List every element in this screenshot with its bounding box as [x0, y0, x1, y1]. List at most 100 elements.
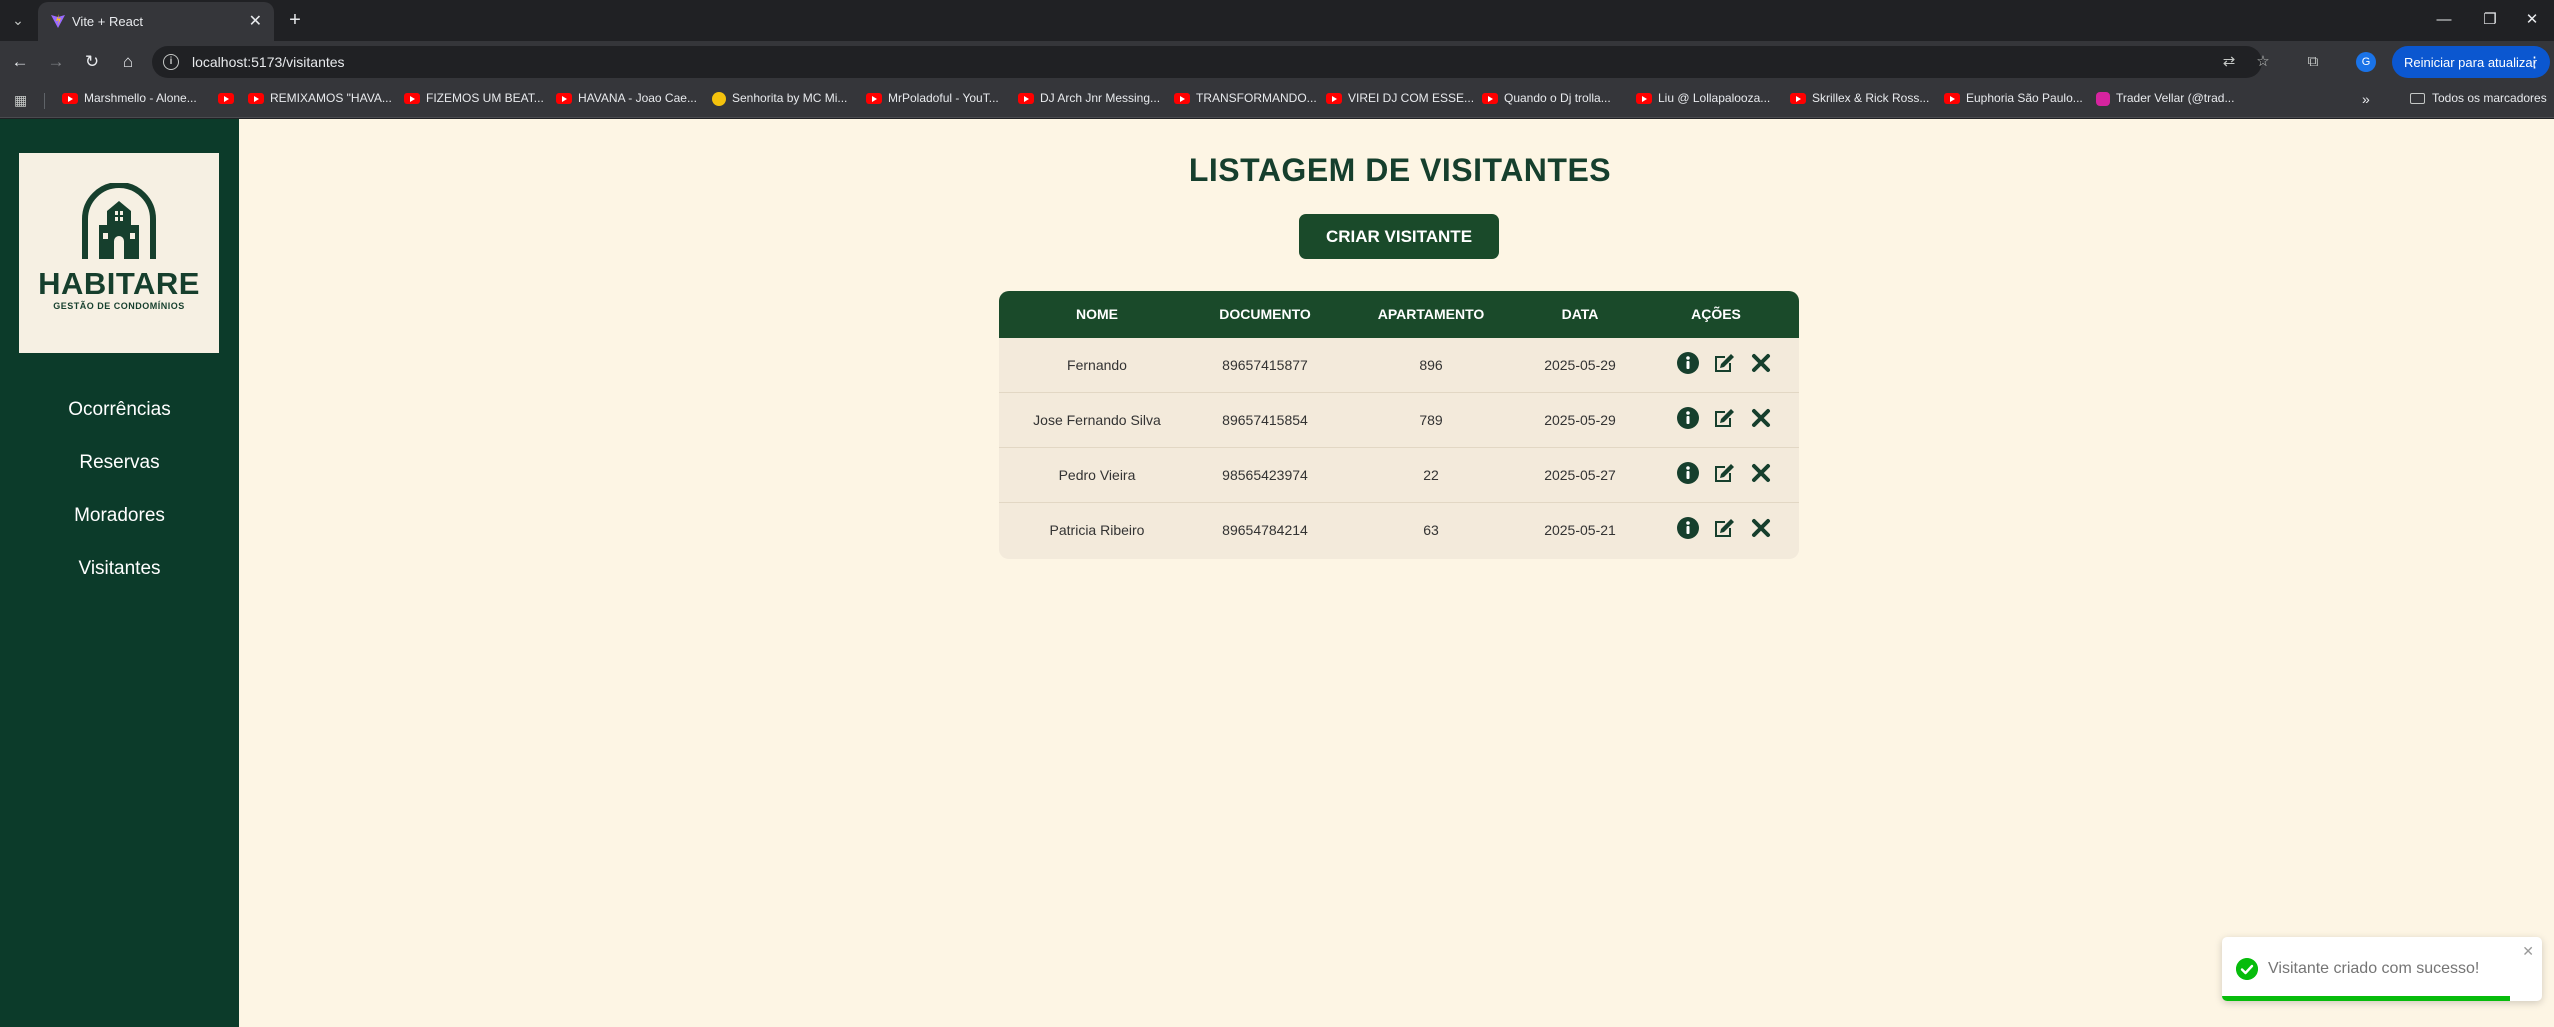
- tab-close-icon[interactable]: ✕: [249, 11, 262, 31]
- bookmarks-separator: [44, 93, 45, 109]
- new-tab-icon[interactable]: +: [282, 7, 308, 33]
- globe-icon: [712, 91, 726, 106]
- success-toast[interactable]: Visitante criado com sucesso! ✕: [2222, 937, 2542, 1001]
- bookmark-star-icon[interactable]: ☆: [2254, 53, 2272, 71]
- translate-icon[interactable]: ⇄: [2220, 53, 2238, 71]
- bookmark-item[interactable]: Senhorita by MC Mi...: [712, 91, 847, 111]
- bookmark-item[interactable]: DJ Arch Jnr Messing...: [1018, 91, 1160, 111]
- sidebar-item-visitantes[interactable]: Visitantes: [0, 558, 239, 580]
- edit-icon[interactable]: [1712, 461, 1736, 485]
- table-row: Pedro Vieira 98565423974 22 2025-05-27: [999, 448, 1799, 503]
- logo[interactable]: HABITARE GESTÃO DE CONDOMÍNIOS: [19, 153, 219, 353]
- cell-data: 2025-05-21: [1544, 522, 1616, 538]
- bookmark-label: Skrillex & Rick Ross...: [1812, 91, 1930, 105]
- address-bar[interactable]: i localhost:5173/visitantes ⇄ ☆: [152, 46, 2270, 78]
- create-visitor-button[interactable]: CRIAR VISITANTE: [1299, 214, 1499, 259]
- bookmark-item[interactable]: MrPoladoful - YouT...: [866, 91, 999, 111]
- youtube-icon: [62, 93, 78, 105]
- restore-icon[interactable]: ❐: [2470, 6, 2510, 34]
- minimize-icon[interactable]: —: [2424, 6, 2464, 34]
- youtube-icon: [248, 93, 264, 105]
- column-header-apartamento: APARTAMENTO: [1377, 306, 1485, 322]
- bookmark-label: Trader Vellar (@trad...: [2116, 91, 2235, 105]
- youtube-icon: [218, 93, 234, 105]
- bookmark-item[interactable]: Liu @ Lollapalooza...: [1636, 91, 1770, 111]
- bookmark-label: Quando o Dj trolla...: [1504, 91, 1611, 105]
- all-bookmarks-label: Todos os marcadores: [2432, 91, 2547, 105]
- youtube-icon: [1944, 93, 1960, 105]
- bookmarks-overflow-icon[interactable]: »: [2362, 91, 2370, 107]
- apps-grid-icon[interactable]: ▦: [14, 92, 30, 108]
- all-bookmarks-folder[interactable]: Todos os marcadores: [2410, 91, 2547, 105]
- toast-close-icon[interactable]: ✕: [2522, 943, 2534, 960]
- sidebar-item-reservas[interactable]: Reservas: [0, 452, 239, 474]
- delete-icon[interactable]: [1749, 516, 1773, 540]
- bookmark-item[interactable]: REMIXAMOS "HAVA...: [248, 91, 392, 111]
- bookmark-label: HAVANA - Joao Cae...: [578, 91, 697, 105]
- logo-subtitle: GESTÃO DE CONDOMÍNIOS: [53, 301, 185, 311]
- sidebar-item-ocorrencias[interactable]: Ocorrências: [0, 399, 239, 421]
- cell-apartamento: 789: [1419, 412, 1443, 428]
- sidebar-item-moradores[interactable]: Moradores: [0, 505, 239, 527]
- info-icon[interactable]: [1676, 351, 1700, 375]
- bookmark-item[interactable]: TRANSFORMANDO...: [1174, 91, 1317, 111]
- profile-avatar[interactable]: G: [2356, 52, 2376, 72]
- back-icon[interactable]: ←: [8, 50, 32, 74]
- info-icon[interactable]: [1676, 461, 1700, 485]
- cell-nome: Fernando: [1067, 357, 1127, 373]
- bookmark-item[interactable]: Skrillex & Rick Ross...: [1790, 91, 1929, 111]
- cell-documento: 89657415854: [1222, 412, 1308, 428]
- edit-icon[interactable]: [1712, 516, 1736, 540]
- tab-search-chevron-icon[interactable]: ⌄: [6, 8, 30, 32]
- youtube-icon: [1326, 93, 1342, 105]
- home-icon[interactable]: ⌂: [116, 50, 140, 74]
- bookmark-label: FIZEMOS UM BEAT...: [426, 91, 544, 105]
- browser-tab[interactable]: Vite + React ✕: [38, 2, 274, 41]
- cell-nome: Pedro Vieira: [1058, 467, 1136, 483]
- bookmark-label: Euphoria São Paulo...: [1966, 91, 2083, 105]
- youtube-icon: [1790, 93, 1806, 105]
- vite-favicon-icon: [51, 14, 65, 28]
- bookmark-label: Liu @ Lollapalooza...: [1658, 91, 1771, 105]
- bookmark-item[interactable]: [218, 91, 240, 111]
- bookmark-item[interactable]: HAVANA - Joao Cae...: [556, 91, 697, 111]
- forward-icon[interactable]: →: [44, 50, 68, 74]
- youtube-icon: [556, 93, 572, 105]
- instagram-icon: [2096, 91, 2110, 106]
- column-header-documento: DOCUMENTO: [1219, 306, 1311, 322]
- url-text[interactable]: localhost:5173/visitantes: [192, 54, 345, 70]
- info-icon[interactable]: [1676, 516, 1700, 540]
- edit-icon[interactable]: [1712, 406, 1736, 430]
- window-close-icon[interactable]: ✕: [2512, 6, 2552, 34]
- edit-icon[interactable]: [1712, 351, 1736, 375]
- bookmark-item[interactable]: Quando o Dj trolla...: [1482, 91, 1611, 111]
- cell-documento: 89657415877: [1222, 357, 1308, 373]
- table-row: Fernando 89657415877 896 2025-05-29: [999, 338, 1799, 393]
- bookmark-item[interactable]: FIZEMOS UM BEAT...: [404, 91, 544, 111]
- reload-icon[interactable]: ↻: [80, 50, 104, 74]
- bookmark-item[interactable]: Euphoria São Paulo...: [1944, 91, 2083, 111]
- cell-data: 2025-05-29: [1544, 357, 1616, 373]
- visitors-table: NOME DOCUMENTO APARTAMENTO DATA AÇÕES Fe…: [999, 291, 1799, 559]
- bookmark-item[interactable]: Marshmello - Alone...: [62, 91, 197, 111]
- column-header-nome: NOME: [1076, 306, 1118, 322]
- toast-progress-bar: [2222, 996, 2510, 1001]
- menu-dots-icon[interactable]: ⋮: [2527, 53, 2542, 71]
- info-icon[interactable]: [1676, 406, 1700, 430]
- youtube-icon: [1482, 93, 1498, 105]
- site-info-icon[interactable]: i: [163, 54, 179, 70]
- bookmark-label: MrPoladoful - YouT...: [888, 91, 999, 105]
- extensions-icon[interactable]: ⧉: [2304, 53, 2322, 71]
- youtube-icon: [866, 93, 882, 105]
- update-button[interactable]: Reiniciar para atualizar ⋮: [2392, 46, 2550, 78]
- delete-icon[interactable]: [1749, 406, 1773, 430]
- delete-icon[interactable]: [1749, 351, 1773, 375]
- bookmark-item[interactable]: VIREI DJ COM ESSE...: [1326, 91, 1474, 111]
- table-row: Jose Fernando Silva 89657415854 789 2025…: [999, 393, 1799, 448]
- cell-nome: Patricia Ribeiro: [1049, 522, 1145, 538]
- cell-data: 2025-05-27: [1544, 467, 1616, 483]
- bookmark-item[interactable]: Trader Vellar (@trad...: [2096, 91, 2234, 111]
- delete-icon[interactable]: [1749, 461, 1773, 485]
- table-row: Patricia Ribeiro 89654784214 63 2025-05-…: [999, 503, 1799, 558]
- bookmark-label: Senhorita by MC Mi...: [732, 91, 848, 105]
